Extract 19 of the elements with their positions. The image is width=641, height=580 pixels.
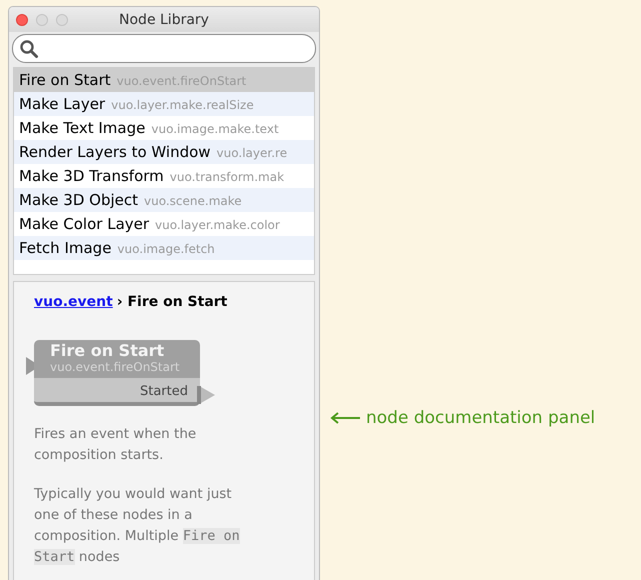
port-label: Started: [140, 384, 188, 399]
node-list-item[interactable]: Make Layer vuo.layer.make.realSize: [14, 92, 314, 116]
node-list-item[interactable]: Make Color Layer vuo.layer.make.color: [14, 212, 314, 236]
search-field[interactable]: [12, 34, 316, 63]
breadcrumb-title: › Fire on Start: [116, 294, 228, 310]
node-list-item[interactable]: Make 3D Object vuo.scene.make: [14, 188, 314, 212]
node-list-item[interactable]: Render Layers to Window vuo.layer.re: [14, 140, 314, 164]
breadcrumb-link[interactable]: vuo.event: [34, 294, 113, 310]
window-title: Node Library: [118, 12, 210, 28]
node-list-item[interactable]: Make 3D Transform vuo.transform.mak: [14, 164, 314, 188]
node-list-item[interactable]: Fetch Image vuo.image.fetch: [14, 236, 314, 260]
node-list-item[interactable]: Make Text Image vuo.image.make.text: [14, 116, 314, 140]
node-title: Fire on Start: [50, 342, 166, 360]
description-paragraph: Fires an event when the composition starts.: [34, 425, 198, 465]
arrow-icon: [330, 412, 360, 424]
search-icon: [19, 38, 39, 58]
close-button[interactable]: [16, 14, 28, 26]
annotation-label: node documentation panel: [366, 408, 596, 428]
description-paragraph: Typically you would want just one of these nodes in a composition. Multiple Fire on Start nodes: [34, 485, 241, 567]
